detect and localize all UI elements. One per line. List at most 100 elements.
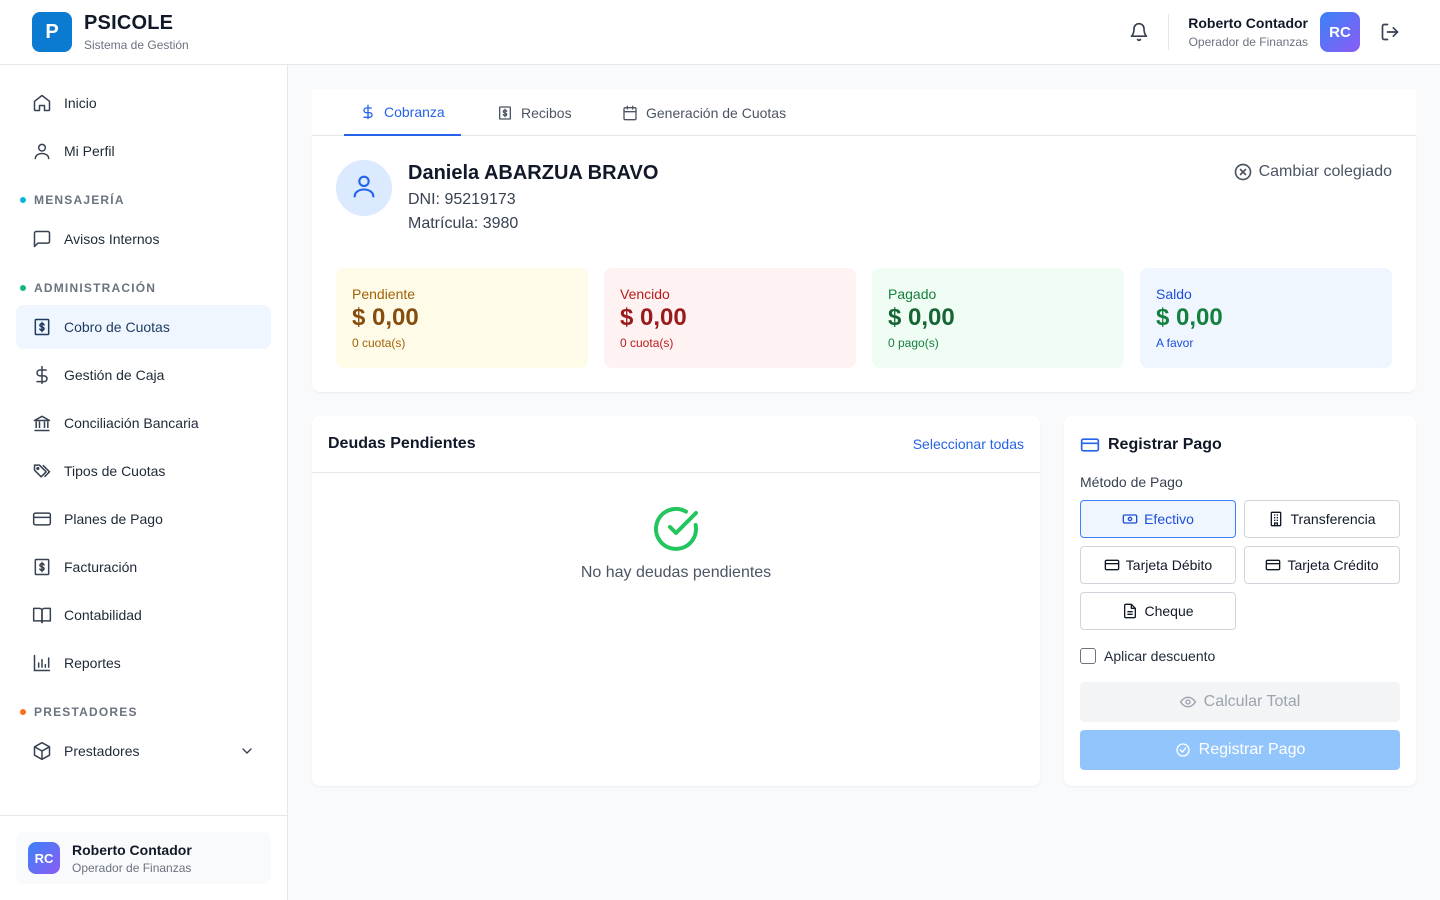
credit-card-icon [32,509,52,529]
method-transferencia-button[interactable]: Transferencia [1244,500,1400,538]
check-circle-icon [652,505,700,553]
sidebar-item-planes-de-pago[interactable]: Planes de Pago [16,497,271,541]
tabs-bar: Cobranza Recibos Generación de Cuotas [312,89,1416,136]
method-label: Tarjeta Crédito [1287,557,1379,573]
payment-method-label: Método de Pago [1080,474,1183,490]
sidebar-item-inicio[interactable]: Inicio [16,81,271,125]
sidebar-item-contabilidad[interactable]: Contabilidad [16,593,271,637]
stat-value: $ 0,00 [620,304,687,331]
brand-name: PSICOLE [84,12,174,34]
home-icon [32,93,52,113]
stat-label: Saldo [1156,286,1192,302]
stat-sub: A favor [1156,336,1194,350]
sidebar-item-label: Conciliación Bancaria [64,415,199,431]
section-dot [20,285,26,291]
brand-subtitle: Sistema de Gestión [84,38,189,52]
stat-vencido: Vencido $ 0,00 0 cuota(s) [604,268,856,368]
header-user-role: Operador de Finanzas [1188,35,1308,49]
sidebar-item-mi-perfil[interactable]: Mi Perfil [16,129,271,173]
header-user-name: Roberto Contador [1188,15,1308,31]
stat-pendiente: Pendiente $ 0,00 0 cuota(s) [336,268,588,368]
bell-icon[interactable] [1127,20,1151,44]
member-summary-card: Daniela ABARZUA BRAVO DNI: 95219173 Matr… [312,136,1416,392]
sidebar-item-prestadores[interactable]: Prestadores [16,729,271,773]
register-payment-card: Registrar Pago Método de Pago Efectivo T… [1064,416,1416,786]
change-member-button[interactable]: Cambiar colegiado [1233,162,1392,182]
credit-card-icon [1265,557,1281,573]
sidebar-user-name: Roberto Contador [72,842,192,858]
book-icon [32,605,52,625]
bank-icon [32,413,52,433]
debts-title: Deudas Pendientes [328,435,476,452]
calculate-total-button[interactable]: Calcular Total [1080,682,1400,722]
invoice-icon [32,557,52,577]
tab-cobranza[interactable]: Cobranza [344,89,461,136]
method-label: Tarjeta Débito [1125,557,1213,573]
section-label-prestadores: PRESTADORES [20,705,138,719]
method-label: Transferencia [1290,511,1376,527]
message-icon [32,229,52,249]
sidebar-item-tipos-de-cuotas[interactable]: Tipos de Cuotas [16,449,271,493]
sidebar-item-label: Cobro de Cuotas [64,319,170,335]
tab-recibos[interactable]: Recibos [497,89,572,136]
stat-label: Vencido [620,286,670,302]
building-icon [1268,511,1284,527]
sidebar-item-gestion-de-caja[interactable]: Gestión de Caja [16,353,271,397]
section-label-administracion: ADMINISTRACIÓN [20,281,156,295]
app-logo[interactable]: P [32,12,72,52]
stat-label: Pagado [888,286,937,302]
method-tarjeta-debito-button[interactable]: Tarjeta Débito [1080,546,1236,584]
payment-title: Registrar Pago [1080,435,1222,455]
sidebar-item-label: Reportes [64,655,121,671]
sidebar-item-label: Prestadores [64,743,140,759]
sidebar-item-cobro-de-cuotas[interactable]: Cobro de Cuotas [16,305,271,349]
sidebar-item-facturacion[interactable]: Facturación [16,545,271,589]
register-payment-button[interactable]: Registrar Pago [1080,730,1400,770]
dollar-icon [32,365,52,385]
debts-header: Deudas Pendientes Seleccionar todas [312,416,1040,473]
section-label-mensajeria: MENSAJERÍA [20,193,125,207]
section-label-text: PRESTADORES [34,705,138,719]
member-avatar [336,160,392,216]
sidebar-item-label: Tipos de Cuotas [64,463,166,479]
sidebar-item-label: Mi Perfil [64,143,115,159]
stat-value: $ 0,00 [1156,304,1223,331]
method-efectivo-button[interactable]: Efectivo [1080,500,1236,538]
discount-label: Aplicar descuento [1104,648,1216,664]
receipt-icon [497,105,513,121]
sidebar-footer: RC Roberto Contador Operador de Finanzas [0,815,287,900]
sidebar-item-label: Contabilidad [64,607,142,623]
sidebar-user-role: Operador de Finanzas [72,861,192,875]
discount-checkbox-row[interactable]: Aplicar descuento [1080,648,1215,664]
member-dni: DNI: 95219173 [408,191,516,208]
package-icon [32,741,52,761]
bar-chart-icon [32,653,52,673]
discount-checkbox[interactable] [1080,648,1096,664]
method-tarjeta-credito-button[interactable]: Tarjeta Crédito [1244,546,1400,584]
credit-card-icon [1104,557,1120,573]
calculate-total-label: Calcular Total [1203,693,1301,710]
check-circle-icon [1175,742,1191,758]
tags-icon [32,461,52,481]
chevron-down-icon[interactable] [239,743,255,759]
user-icon [32,141,52,161]
calendar-icon [622,105,638,121]
tab-label: Generación de Cuotas [646,104,787,121]
method-cheque-button[interactable]: Cheque [1080,592,1236,630]
header-avatar[interactable]: RC [1320,12,1360,52]
logout-icon[interactable] [1378,20,1402,44]
dollar-icon [360,104,376,120]
select-all-link[interactable]: Seleccionar todas [913,436,1024,452]
sidebar-item-conciliacion-bancaria[interactable]: Conciliación Bancaria [16,401,271,445]
stat-pagado: Pagado $ 0,00 0 pago(s) [872,268,1124,368]
stat-label: Pendiente [352,286,416,302]
stat-saldo: Saldo $ 0,00 A favor [1140,268,1392,368]
sidebar-item-label: Inicio [64,95,97,111]
sidebar-item-reportes[interactable]: Reportes [16,641,271,685]
sidebar-item-avisos-internos[interactable]: Avisos Internos [16,217,271,261]
sidebar-user-card[interactable]: RC Roberto Contador Operador de Finanzas [16,832,271,884]
tab-generacion-de-cuotas[interactable]: Generación de Cuotas [622,89,786,136]
section-label-text: ADMINISTRACIÓN [34,281,157,295]
register-payment-label: Registrar Pago [1198,741,1306,758]
empty-state-text: No hay deudas pendientes [580,564,772,581]
